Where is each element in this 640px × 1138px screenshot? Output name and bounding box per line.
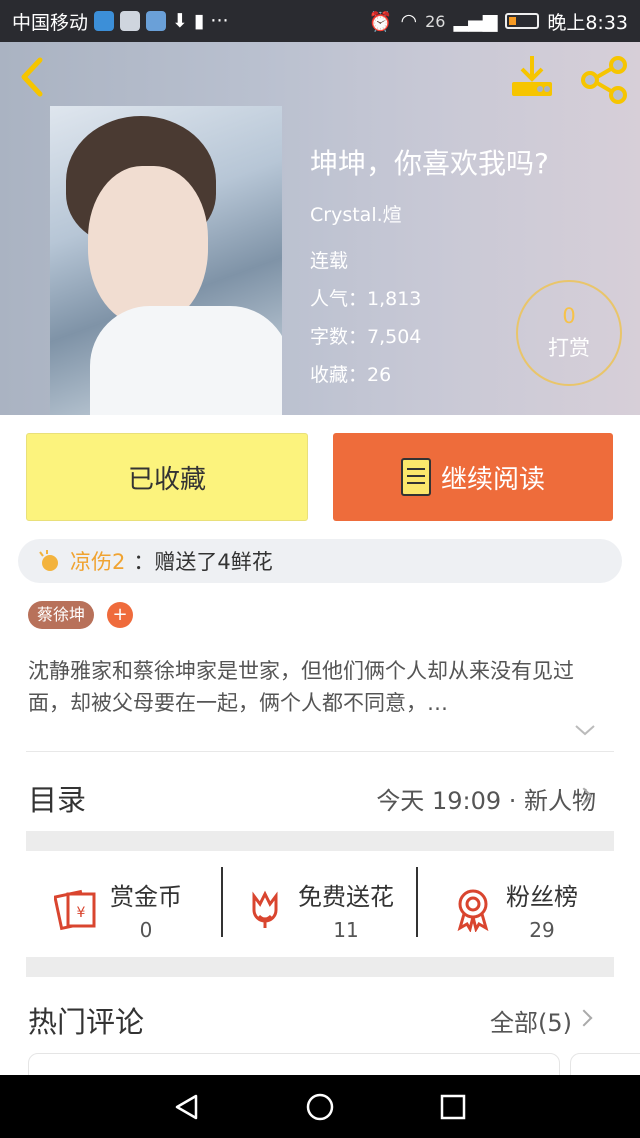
- network-label: 26: [425, 11, 446, 31]
- author-name[interactable]: Crystal.煊: [310, 200, 402, 227]
- free-flowers-item[interactable]: 免费送花 11: [242, 867, 394, 951]
- reward-count: 0: [562, 304, 576, 328]
- clap-icon: [39, 550, 58, 571]
- book-details: 已收藏 继续阅读 凉伤2 ：赠送了4鲜花 蔡徐坤 + 沈静雅家和蔡徐坤家是世家，…: [0, 415, 640, 1093]
- popularity-count: 人气：1,813: [310, 288, 422, 310]
- back-button[interactable]: [14, 52, 54, 102]
- system-nav-bar: [0, 1075, 640, 1138]
- nav-back-icon[interactable]: [172, 1092, 202, 1122]
- fan-ranking-item[interactable]: 粉丝榜 29: [450, 867, 578, 951]
- download-status-icon: ⬇: [172, 10, 188, 32]
- book-title: 坤坤，你喜欢我吗?: [310, 147, 549, 180]
- app-notification-icon: [146, 11, 167, 31]
- stat-label: 粉丝榜: [506, 882, 578, 911]
- chevron-right-icon: [575, 1009, 593, 1027]
- battery-icon: [505, 13, 540, 29]
- share-icon: [581, 56, 627, 104]
- favorited-button[interactable]: 已收藏: [26, 433, 308, 521]
- word-count: 字数：7,504: [310, 326, 422, 348]
- flower-icon: [252, 890, 278, 928]
- gift-notice[interactable]: 凉伤2 ：赠送了4鲜花: [18, 539, 622, 583]
- divider: [416, 867, 418, 937]
- nav-home-icon[interactable]: [305, 1092, 335, 1122]
- gift-text: ：赠送了4鲜花: [133, 550, 273, 574]
- stat-value: 29: [529, 917, 555, 942]
- continue-reading-button[interactable]: 继续阅读: [333, 433, 613, 521]
- hot-comments-title: 热门评论: [28, 1005, 145, 1039]
- wifi-icon: ◠: [400, 10, 418, 32]
- gold-coins-item[interactable]: ¥ 赏金币 0: [54, 867, 182, 951]
- reward-label: 打赏: [548, 336, 590, 360]
- toc-latest-chapter[interactable]: 今天 19:09 · 新人物: [376, 781, 596, 816]
- all-comments-link[interactable]: 全部(5): [490, 1003, 572, 1038]
- medal-icon: [457, 889, 489, 932]
- download-button[interactable]: [506, 52, 558, 104]
- book-icon: [400, 458, 431, 496]
- svg-text:¥: ¥: [77, 905, 86, 921]
- carrier-label: 中国移动: [12, 11, 89, 34]
- chevron-left-icon: [21, 57, 43, 97]
- app-notification-icon: [120, 11, 141, 31]
- divider: [221, 867, 223, 937]
- red-envelope-icon: ¥: [54, 889, 96, 931]
- reward-button[interactable]: 0 打赏: [516, 280, 622, 386]
- book-header: 坤坤，你喜欢我吗? Crystal.煊 连载 人气：1,813 字数：7,504…: [0, 42, 640, 415]
- nav-recents-icon[interactable]: [438, 1092, 468, 1122]
- stat-value: 0: [139, 917, 153, 942]
- sim-icon: ▮: [193, 10, 205, 32]
- tag-chip[interactable]: 蔡徐坤: [28, 601, 95, 629]
- more-icon: ···: [210, 10, 229, 32]
- download-icon: [512, 56, 552, 96]
- book-summary: 沈静雅家和蔡徐坤家是世家，但他们俩个人却从来没有见过面，却被父母要在一起，俩个人…: [28, 659, 574, 715]
- alarm-icon: ⏰: [368, 10, 393, 33]
- serial-status: 连载: [310, 250, 349, 272]
- favorited-label: 已收藏: [127, 464, 206, 495]
- signal-icon: ▂▄▆: [453, 10, 498, 32]
- section-divider: [26, 957, 614, 977]
- app-notification-icon: [94, 11, 115, 31]
- expand-chevron-icon[interactable]: [574, 723, 596, 737]
- divider: [26, 751, 614, 752]
- stat-value: 11: [333, 917, 359, 942]
- stat-label: 免费送花: [298, 882, 394, 911]
- section-divider: [26, 831, 614, 851]
- book-cover[interactable]: [50, 106, 282, 415]
- clock: 晚上8:33: [547, 11, 628, 34]
- add-tag-button[interactable]: +: [107, 602, 133, 628]
- share-button[interactable]: [578, 54, 630, 106]
- stat-label: 赏金币: [110, 882, 182, 911]
- status-bar: 中国移动 ⬇ ▮ ··· ⏰ ◠ 26 ▂▄▆ 晚上8:33: [0, 0, 640, 42]
- gift-user[interactable]: 凉伤2: [70, 546, 125, 576]
- toc-title[interactable]: 目录: [28, 777, 86, 819]
- continue-reading-label: 继续阅读: [440, 464, 545, 495]
- favorites-count: 收藏：26: [310, 364, 392, 386]
